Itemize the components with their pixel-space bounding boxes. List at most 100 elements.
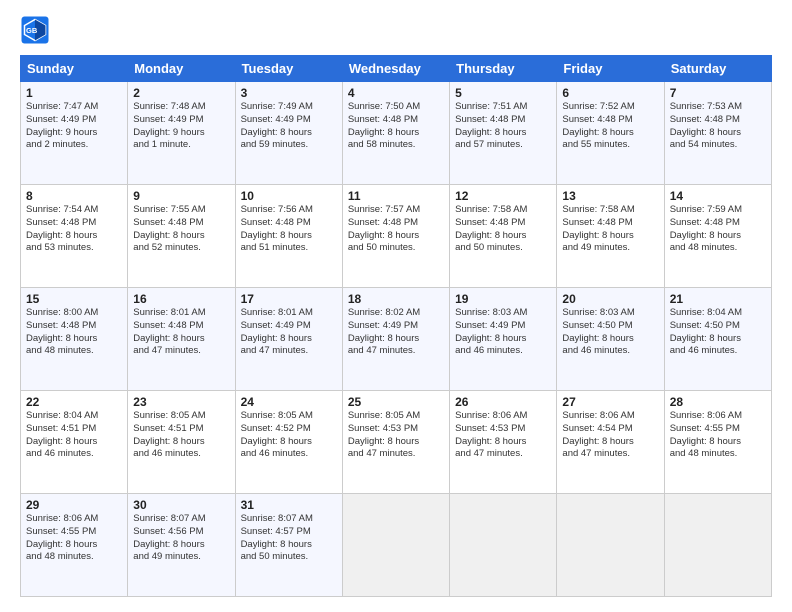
day-number: 15 (26, 292, 122, 306)
day-number: 12 (455, 189, 551, 203)
day-info: Sunrise: 7:50 AMSunset: 4:48 PMDaylight:… (348, 101, 420, 150)
calendar-cell: 24Sunrise: 8:05 AMSunset: 4:52 PMDayligh… (235, 391, 342, 494)
day-info: Sunrise: 8:03 AMSunset: 4:50 PMDaylight:… (562, 307, 634, 356)
day-number: 11 (348, 189, 444, 203)
day-info: Sunrise: 7:54 AMSunset: 4:48 PMDaylight:… (26, 204, 98, 253)
day-info: Sunrise: 7:51 AMSunset: 4:48 PMDaylight:… (455, 101, 527, 150)
calendar-cell: 25Sunrise: 8:05 AMSunset: 4:53 PMDayligh… (342, 391, 449, 494)
day-info: Sunrise: 7:56 AMSunset: 4:48 PMDaylight:… (241, 204, 313, 253)
day-number: 9 (133, 189, 229, 203)
calendar-week-row: 29Sunrise: 8:06 AMSunset: 4:55 PMDayligh… (21, 494, 772, 597)
calendar-week-row: 15Sunrise: 8:00 AMSunset: 4:48 PMDayligh… (21, 288, 772, 391)
day-info: Sunrise: 8:06 AMSunset: 4:54 PMDaylight:… (562, 410, 634, 459)
calendar-header-cell: Thursday (450, 56, 557, 82)
day-info: Sunrise: 7:52 AMSunset: 4:48 PMDaylight:… (562, 101, 634, 150)
calendar-cell: 18Sunrise: 8:02 AMSunset: 4:49 PMDayligh… (342, 288, 449, 391)
day-info: Sunrise: 8:04 AMSunset: 4:51 PMDaylight:… (26, 410, 98, 459)
calendar-cell: 22Sunrise: 8:04 AMSunset: 4:51 PMDayligh… (21, 391, 128, 494)
calendar-body: 1Sunrise: 7:47 AMSunset: 4:49 PMDaylight… (21, 82, 772, 597)
day-number: 28 (670, 395, 766, 409)
header: GB (20, 15, 772, 45)
calendar-cell: 8Sunrise: 7:54 AMSunset: 4:48 PMDaylight… (21, 185, 128, 288)
calendar-cell: 12Sunrise: 7:58 AMSunset: 4:48 PMDayligh… (450, 185, 557, 288)
calendar-cell: 31Sunrise: 8:07 AMSunset: 4:57 PMDayligh… (235, 494, 342, 597)
day-info: Sunrise: 8:05 AMSunset: 4:51 PMDaylight:… (133, 410, 205, 459)
calendar-cell: 28Sunrise: 8:06 AMSunset: 4:55 PMDayligh… (664, 391, 771, 494)
day-info: Sunrise: 7:58 AMSunset: 4:48 PMDaylight:… (455, 204, 527, 253)
calendar-cell: 29Sunrise: 8:06 AMSunset: 4:55 PMDayligh… (21, 494, 128, 597)
calendar-cell: 23Sunrise: 8:05 AMSunset: 4:51 PMDayligh… (128, 391, 235, 494)
calendar-cell: 13Sunrise: 7:58 AMSunset: 4:48 PMDayligh… (557, 185, 664, 288)
day-number: 6 (562, 86, 658, 100)
calendar-week-row: 1Sunrise: 7:47 AMSunset: 4:49 PMDaylight… (21, 82, 772, 185)
calendar-header-cell: Tuesday (235, 56, 342, 82)
day-number: 31 (241, 498, 337, 512)
day-number: 8 (26, 189, 122, 203)
calendar-cell: 4Sunrise: 7:50 AMSunset: 4:48 PMDaylight… (342, 82, 449, 185)
day-number: 24 (241, 395, 337, 409)
day-info: Sunrise: 8:05 AMSunset: 4:53 PMDaylight:… (348, 410, 420, 459)
day-number: 16 (133, 292, 229, 306)
calendar-cell: 16Sunrise: 8:01 AMSunset: 4:48 PMDayligh… (128, 288, 235, 391)
calendar-cell: 19Sunrise: 8:03 AMSunset: 4:49 PMDayligh… (450, 288, 557, 391)
logo: GB (20, 15, 54, 45)
calendar-cell: 9Sunrise: 7:55 AMSunset: 4:48 PMDaylight… (128, 185, 235, 288)
day-number: 13 (562, 189, 658, 203)
calendar-header-row: SundayMondayTuesdayWednesdayThursdayFrid… (21, 56, 772, 82)
day-info: Sunrise: 8:01 AMSunset: 4:49 PMDaylight:… (241, 307, 313, 356)
day-info: Sunrise: 7:55 AMSunset: 4:48 PMDaylight:… (133, 204, 205, 253)
calendar-cell: 17Sunrise: 8:01 AMSunset: 4:49 PMDayligh… (235, 288, 342, 391)
day-number: 29 (26, 498, 122, 512)
day-number: 14 (670, 189, 766, 203)
calendar-cell (557, 494, 664, 597)
day-info: Sunrise: 7:53 AMSunset: 4:48 PMDaylight:… (670, 101, 742, 150)
day-number: 25 (348, 395, 444, 409)
day-info: Sunrise: 7:58 AMSunset: 4:48 PMDaylight:… (562, 204, 634, 253)
day-info: Sunrise: 7:47 AMSunset: 4:49 PMDaylight:… (26, 101, 98, 150)
logo-icon: GB (20, 15, 50, 45)
calendar-cell: 26Sunrise: 8:06 AMSunset: 4:53 PMDayligh… (450, 391, 557, 494)
day-number: 1 (26, 86, 122, 100)
day-number: 3 (241, 86, 337, 100)
calendar-cell: 1Sunrise: 7:47 AMSunset: 4:49 PMDaylight… (21, 82, 128, 185)
calendar-cell: 6Sunrise: 7:52 AMSunset: 4:48 PMDaylight… (557, 82, 664, 185)
day-number: 5 (455, 86, 551, 100)
calendar-header-cell: Friday (557, 56, 664, 82)
day-info: Sunrise: 8:02 AMSunset: 4:49 PMDaylight:… (348, 307, 420, 356)
day-info: Sunrise: 8:07 AMSunset: 4:56 PMDaylight:… (133, 513, 205, 562)
calendar-cell: 15Sunrise: 8:00 AMSunset: 4:48 PMDayligh… (21, 288, 128, 391)
day-number: 22 (26, 395, 122, 409)
calendar-cell (664, 494, 771, 597)
svg-text:GB: GB (26, 26, 38, 35)
day-info: Sunrise: 7:48 AMSunset: 4:49 PMDaylight:… (133, 101, 205, 150)
day-number: 30 (133, 498, 229, 512)
calendar-cell (450, 494, 557, 597)
day-info: Sunrise: 8:03 AMSunset: 4:49 PMDaylight:… (455, 307, 527, 356)
day-number: 7 (670, 86, 766, 100)
day-info: Sunrise: 7:59 AMSunset: 4:48 PMDaylight:… (670, 204, 742, 253)
page: GB SundayMondayTuesdayWednesdayThursdayF… (0, 0, 792, 612)
calendar-cell: 7Sunrise: 7:53 AMSunset: 4:48 PMDaylight… (664, 82, 771, 185)
calendar-table: SundayMondayTuesdayWednesdayThursdayFrid… (20, 55, 772, 597)
day-number: 10 (241, 189, 337, 203)
day-number: 17 (241, 292, 337, 306)
day-number: 23 (133, 395, 229, 409)
day-info: Sunrise: 7:49 AMSunset: 4:49 PMDaylight:… (241, 101, 313, 150)
calendar-cell (342, 494, 449, 597)
calendar-week-row: 22Sunrise: 8:04 AMSunset: 4:51 PMDayligh… (21, 391, 772, 494)
calendar-cell: 5Sunrise: 7:51 AMSunset: 4:48 PMDaylight… (450, 82, 557, 185)
day-number: 21 (670, 292, 766, 306)
calendar-cell: 30Sunrise: 8:07 AMSunset: 4:56 PMDayligh… (128, 494, 235, 597)
day-info: Sunrise: 8:06 AMSunset: 4:55 PMDaylight:… (26, 513, 98, 562)
day-info: Sunrise: 7:57 AMSunset: 4:48 PMDaylight:… (348, 204, 420, 253)
calendar-header-cell: Saturday (664, 56, 771, 82)
calendar-cell: 21Sunrise: 8:04 AMSunset: 4:50 PMDayligh… (664, 288, 771, 391)
calendar-cell: 10Sunrise: 7:56 AMSunset: 4:48 PMDayligh… (235, 185, 342, 288)
calendar-header-cell: Sunday (21, 56, 128, 82)
day-info: Sunrise: 8:01 AMSunset: 4:48 PMDaylight:… (133, 307, 205, 356)
day-info: Sunrise: 8:05 AMSunset: 4:52 PMDaylight:… (241, 410, 313, 459)
calendar-cell: 2Sunrise: 7:48 AMSunset: 4:49 PMDaylight… (128, 82, 235, 185)
calendar-week-row: 8Sunrise: 7:54 AMSunset: 4:48 PMDaylight… (21, 185, 772, 288)
calendar-cell: 11Sunrise: 7:57 AMSunset: 4:48 PMDayligh… (342, 185, 449, 288)
calendar-header-cell: Monday (128, 56, 235, 82)
